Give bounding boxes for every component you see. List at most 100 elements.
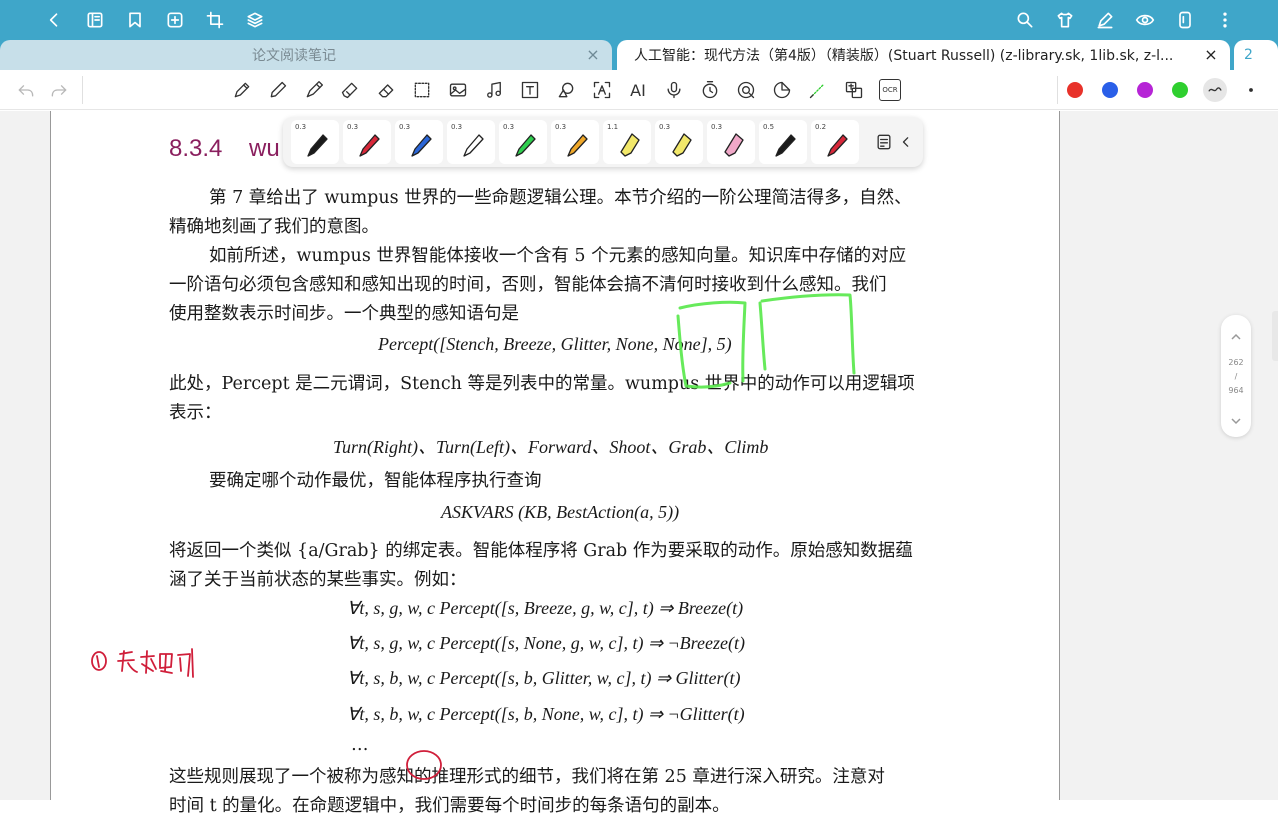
drawing-toolbar: AI OCR [0, 70, 1278, 110]
microphone-icon[interactable] [663, 79, 685, 101]
current-page: 262 [1228, 358, 1244, 367]
color-green-swatch[interactable] [1172, 82, 1188, 98]
stroke-dot-icon[interactable] [1240, 79, 1262, 101]
pen-icon [827, 134, 848, 157]
paragraph-line: 精确地刻画了我们的意图。 [169, 217, 379, 237]
pen-preset[interactable]: 0.3 [291, 120, 339, 164]
pencil-icon[interactable] [231, 79, 253, 101]
pen-size-label: 0.3 [295, 123, 307, 131]
pen-preset[interactable]: 0.5 [759, 120, 807, 164]
pen-icon [463, 134, 484, 157]
text-recognition-icon[interactable] [591, 79, 613, 101]
rule-line: ∀t, s, g, w, c Percept([s, None, g, w, c… [347, 633, 745, 653]
pen-size-label: 0.3 [555, 123, 567, 131]
pen-size-label: 0.3 [347, 123, 359, 131]
tab-bar: 论文阅读笔记 × 人工智能：现代方法（第4版）（精装版）(Stuart Russ… [0, 40, 1278, 70]
phone-icon[interactable] [1173, 8, 1197, 32]
timer-icon[interactable] [699, 79, 721, 101]
ellipsis: … [351, 735, 369, 755]
color-purple-swatch[interactable] [1137, 82, 1153, 98]
pen-preset[interactable]: 0.3 [551, 120, 599, 164]
pen-preset[interactable]: 1.1 [603, 120, 651, 164]
pen-icon[interactable] [267, 79, 289, 101]
chevron-down-icon[interactable] [1229, 413, 1243, 427]
sticker-icon[interactable] [771, 79, 793, 101]
search-icon[interactable] [1013, 8, 1037, 32]
book-icon[interactable] [83, 8, 107, 32]
eraser-icon[interactable] [375, 79, 397, 101]
pen-preset[interactable]: 0.3 [395, 120, 443, 164]
highlighter-icon [724, 133, 744, 157]
shape-icon[interactable] [555, 79, 577, 101]
lasso-icon[interactable] [411, 79, 433, 101]
image-icon[interactable] [447, 79, 469, 101]
layers-icon[interactable] [243, 8, 267, 32]
toolbar-divider [1057, 76, 1058, 104]
section-title: wu [249, 135, 280, 162]
tab-reading-notes[interactable]: 论文阅读笔记 × [0, 40, 612, 70]
paragraph-line: 将返回一个类似 {a/Grab} 的绑定表。智能体程序将 Grab 作为要采取的… [169, 541, 913, 561]
tab-count[interactable]: 2 [1234, 40, 1278, 70]
paragraph-line: 一阶语句必须包含感知和感知出现的时间，否则，智能体会搞不清何时接收到什么感知。我… [169, 275, 887, 295]
collapse-tray-icon[interactable] [895, 131, 917, 153]
pen-size-label: 0.3 [399, 123, 411, 131]
pen-size-label: 0.5 [763, 123, 775, 131]
pen-icon [515, 134, 536, 157]
chevron-up-icon[interactable] [1229, 329, 1243, 343]
audio-record-icon[interactable] [735, 79, 757, 101]
back-icon[interactable] [42, 8, 66, 32]
pen-icon [567, 134, 588, 157]
text-box-icon[interactable] [519, 79, 541, 101]
pdf-page[interactable]: 8.3.4 wu 第 7 章给出了 wumpus 世界的一些命题逻辑公理。本节介… [50, 111, 1060, 816]
music-icon[interactable] [483, 79, 505, 101]
document-viewport[interactable]: 8.3.4 wu 第 7 章给出了 wumpus 世界的一些命题逻辑公理。本节介… [0, 111, 1278, 816]
tab-close-icon[interactable]: × [1202, 46, 1220, 64]
tab-ai-book[interactable]: 人工智能：现代方法（第4版）（精装版）(Stuart Russell) (z-l… [617, 40, 1230, 70]
paragraph-line: 涵了关于当前状态的某些事实。例如： [169, 570, 467, 590]
tab-count-label: 2 [1244, 47, 1253, 63]
pen-preset[interactable]: 0.3 [655, 120, 703, 164]
ai-tool-button[interactable]: AI [627, 79, 649, 101]
pen-preset[interactable]: 0.3 [499, 120, 547, 164]
tab-title: 论文阅读笔记 [252, 48, 336, 64]
fountain-pen-icon[interactable] [303, 79, 325, 101]
redo-icon[interactable] [48, 79, 70, 101]
tab-title: 人工智能：现代方法（第4版）（精装版）(Stuart Russell) (z-l… [634, 48, 1174, 64]
paragraph-line: 时间 t 的量化。在命题逻辑中，我们需要每个时间步的每条语句的副本。 [169, 796, 730, 816]
paragraph-line: 要确定哪个动作最优，智能体程序执行查询 [209, 471, 542, 491]
undo-icon[interactable] [15, 79, 37, 101]
pen-preset[interactable]: 0.3 [447, 120, 495, 164]
pen-icon [775, 134, 796, 157]
crop-icon[interactable] [203, 8, 227, 32]
tab-close-icon[interactable]: × [584, 46, 602, 64]
shirt-icon[interactable] [1053, 8, 1077, 32]
paragraph-line: 表示： [169, 403, 222, 423]
pen-settings-icon[interactable] [873, 131, 895, 153]
color-blue-swatch[interactable] [1102, 82, 1118, 98]
rule-line: ∀t, s, b, w, c Percept([s, b, Glitter, w… [347, 668, 741, 688]
bookmark-icon[interactable] [123, 8, 147, 32]
add-page-icon[interactable] [163, 8, 187, 32]
laser-pointer-icon[interactable] [807, 79, 829, 101]
pen-preset[interactable]: 0.3 [707, 120, 755, 164]
page-navigator[interactable]: 262 / 964 [1221, 315, 1251, 437]
paragraph-line: 此处，Percept 是二元谓词，Stench 等是列表中的常量。wumpus … [169, 374, 915, 394]
paragraph-line: 如前所述，wumpus 世界智能体接收一个含有 5 个元素的感知向量。知识库中存… [209, 246, 907, 266]
stroke-style-icon[interactable] [1203, 78, 1227, 102]
side-panel-handle[interactable] [1272, 311, 1278, 361]
translate-icon[interactable] [843, 79, 865, 101]
formula-percept: Percept([Stench, Breeze, Glitter, None, … [378, 334, 732, 354]
pen-icon [359, 134, 380, 157]
more-icon[interactable] [1213, 8, 1237, 32]
eye-icon[interactable] [1133, 8, 1157, 32]
pen-icon [411, 134, 432, 157]
pen-preset[interactable]: 0.3 [343, 120, 391, 164]
ocr-button[interactable]: OCR [879, 79, 901, 101]
pen-preset[interactable]: 0.2 [811, 120, 859, 164]
pen-edit-icon[interactable] [1093, 8, 1117, 32]
paragraph-line: 第 7 章给出了 wumpus 世界的一些命题逻辑公理。本节介绍的一阶公理简洁得… [209, 188, 912, 208]
highlighter-icon[interactable] [339, 79, 361, 101]
pen-size-label: 0.2 [815, 123, 827, 131]
color-red-swatch[interactable] [1067, 82, 1083, 98]
paragraph-line: 这些规则展现了一个被称为感知的推理形式的细节，我们将在第 25 章进行深入研究。… [169, 767, 885, 787]
